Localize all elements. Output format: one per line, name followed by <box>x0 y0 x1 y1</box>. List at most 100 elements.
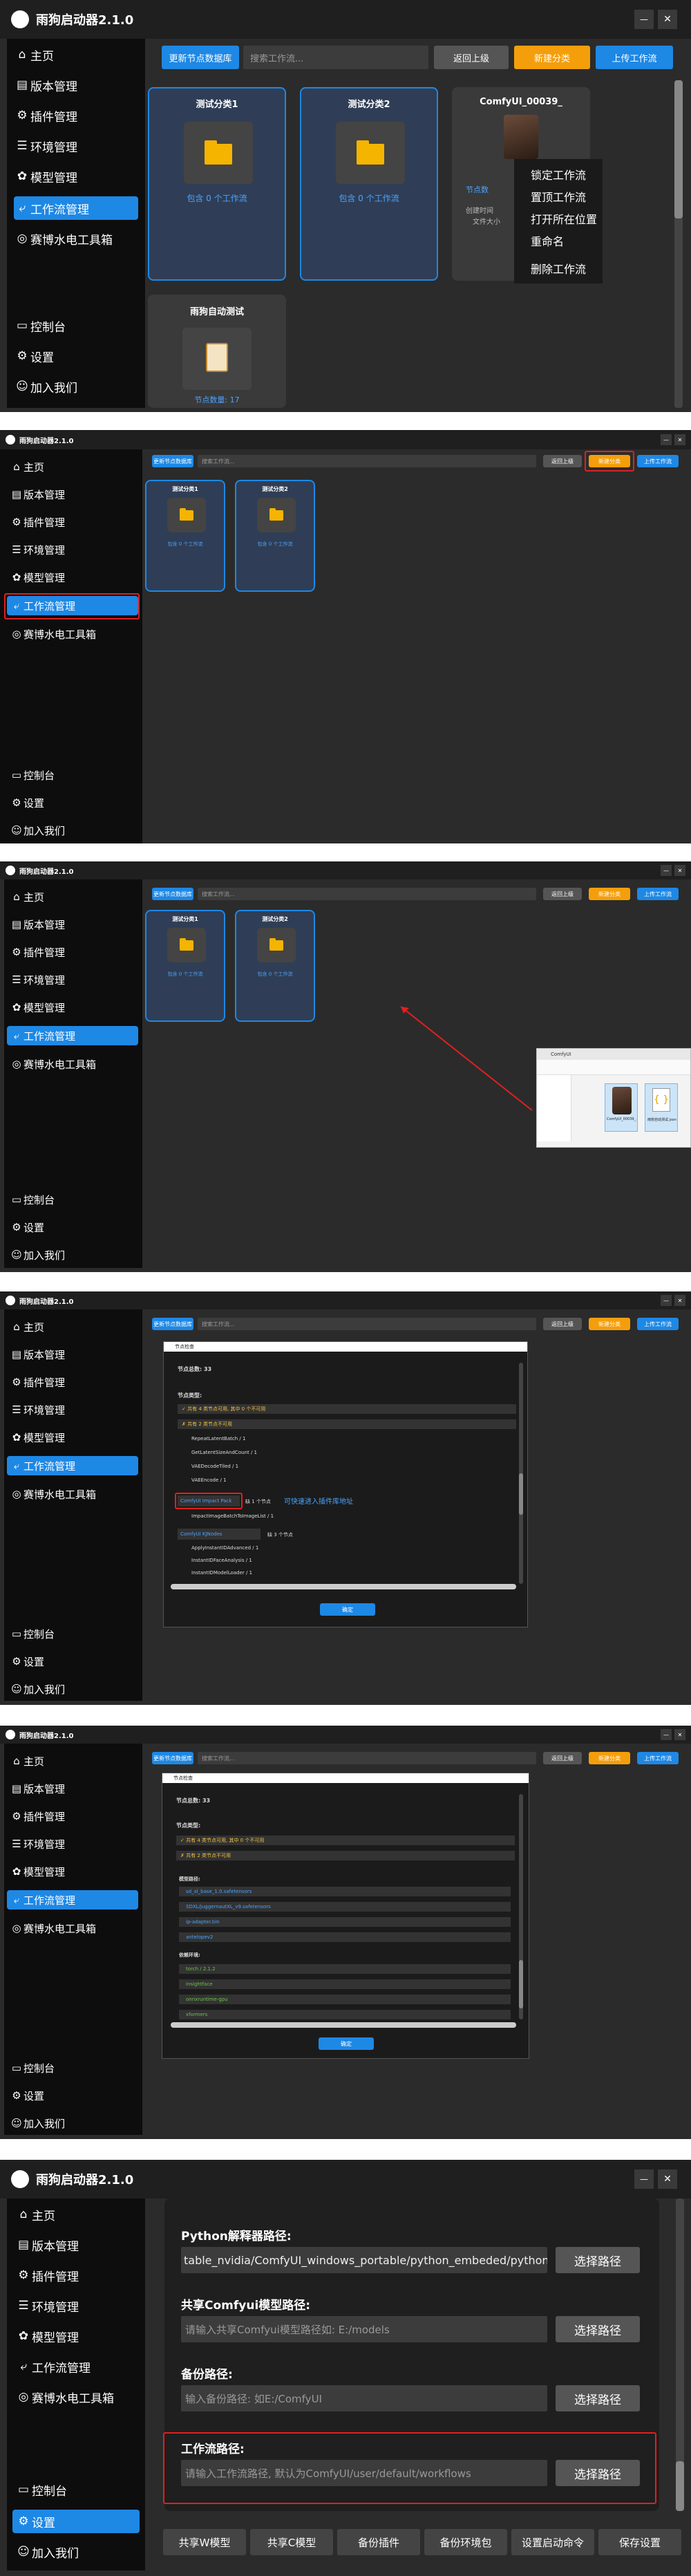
close-button[interactable]: ✕ <box>658 2169 677 2189</box>
nav-settings[interactable]: ⚙ 设置 <box>10 2087 134 2104</box>
nav-plugin[interactable]: ⚙ 插件管理 <box>10 943 134 961</box>
upload-workflow-button[interactable]: 上传工作流 <box>596 46 673 69</box>
nav-bsz-tools[interactable]: ◎ 赛博水电工具箱 <box>10 1485 134 1503</box>
update-nodes-button[interactable]: 更新节点数据库 <box>162 46 239 69</box>
upload-workflow-button[interactable]: 上传工作流 <box>637 455 679 467</box>
nav-settings[interactable]: ⚙ 设置 <box>10 794 134 812</box>
scrollbar-thumb[interactable] <box>519 1960 523 2008</box>
nav-join-us[interactable]: ☺ 加入我们 <box>10 1680 134 1698</box>
close-button[interactable]: ✕ <box>658 10 677 29</box>
nav-join-us[interactable]: ☺ 加入我们 <box>10 821 134 839</box>
search-input[interactable]: 搜索工作流... <box>198 1318 536 1330</box>
back-button[interactable]: 返回上级 <box>543 1318 582 1330</box>
startup-command-button[interactable]: 设置启动命令 <box>511 2529 594 2555</box>
nav-model[interactable]: ✿ 模型管理 <box>10 568 134 586</box>
nav-environment[interactable]: ☰ 环境管理 <box>10 1401 134 1419</box>
close-button[interactable]: ✕ <box>674 865 685 876</box>
save-settings-button[interactable]: 保存设置 <box>598 2529 681 2555</box>
back-button[interactable]: 返回上级 <box>543 455 582 467</box>
nav-bsz-tools[interactable]: ◎ 赛博水电工具箱 <box>10 625 134 643</box>
scrollbar-thumb[interactable] <box>519 1473 523 1515</box>
share-c-models-button[interactable]: 共享C模型 <box>250 2529 333 2555</box>
nav-workflow[interactable]: ⤶ 工作流管理 <box>7 1890 138 1910</box>
category-card[interactable]: 测试分类2 包含 0 个工作流 <box>235 910 315 1022</box>
python-select-path-button[interactable]: 选择路径 <box>556 2247 640 2273</box>
category-card[interactable]: 测试分类1 包含 0 个工作流 <box>145 910 225 1022</box>
update-nodes-button[interactable]: 更新节点数据库 <box>152 1752 193 1764</box>
nav-environment[interactable]: ☰ 环境管理 <box>10 541 134 559</box>
menu-pin-workflow[interactable]: 置顶工作流 <box>531 188 586 205</box>
category-card[interactable]: 测试分类1 包含 0 个工作流 <box>148 87 286 281</box>
new-category-button[interactable]: 新建分类 <box>589 1752 630 1764</box>
nav-join-us[interactable]: ☺ 加入我们 <box>15 2540 140 2564</box>
nav-console[interactable]: ▭ 控制台 <box>10 2059 134 2077</box>
menu-lock-workflow[interactable]: 锁定工作流 <box>531 166 586 183</box>
scrollbar-thumb[interactable] <box>171 2022 516 2028</box>
backup-select-path-button[interactable]: 选择路径 <box>556 2385 640 2411</box>
dialog-hscrollbar[interactable] <box>171 2022 516 2028</box>
scrollbar-thumb[interactable] <box>676 2461 684 2511</box>
new-category-button[interactable]: 新建分类 <box>589 888 630 900</box>
nav-plugin[interactable]: ⚙ 插件管理 <box>10 1807 134 1825</box>
nav-bsz-tools[interactable]: ◎ 赛博水电工具箱 <box>10 1919 134 1937</box>
nav-version[interactable]: ▤ 版本管理 <box>10 915 134 933</box>
backup-env-button[interactable]: 备份环境包 <box>424 2529 507 2555</box>
minimize-button[interactable]: — <box>661 865 672 876</box>
scrollbar[interactable] <box>674 80 683 408</box>
dialog-vscrollbar[interactable] <box>519 1794 523 2019</box>
nav-console[interactable]: ▭ 控制台 <box>10 1625 134 1643</box>
minimize-button[interactable]: — <box>634 2169 654 2189</box>
nav-workflow[interactable]: ⤶ 工作流管理 <box>14 196 138 220</box>
category-card[interactable]: 测试分类2 包含 0 个工作流 <box>300 87 438 281</box>
nav-workflow[interactable]: ⤶ 工作流管理 <box>7 1456 138 1475</box>
minimize-button[interactable]: — <box>661 1729 672 1740</box>
update-nodes-button[interactable]: 更新节点数据库 <box>152 1318 193 1330</box>
menu-rename[interactable]: 重命名 <box>531 232 564 249</box>
workflow-select-path-button[interactable]: 选择路径 <box>556 2460 640 2486</box>
kjnodes-button[interactable]: ComfyUI KJNodes <box>178 1529 261 1540</box>
nav-workflow[interactable]: ⤶ 工作流管理 <box>7 1026 138 1045</box>
nav-home[interactable]: ⌂ 主页 <box>10 1318 134 1336</box>
nav-home[interactable]: ⌂ 主页 <box>14 43 138 66</box>
nav-home[interactable]: ⌂ 主页 <box>10 458 134 476</box>
nav-join-us[interactable]: ☺ 加入我们 <box>10 2114 134 2132</box>
search-input[interactable]: 搜索工作流... <box>243 46 428 69</box>
nav-home[interactable]: ⌂ 主页 <box>15 2203 140 2226</box>
nav-console[interactable]: ▭ 控制台 <box>15 2478 140 2501</box>
back-button[interactable]: 返回上级 <box>434 46 509 69</box>
nav-console[interactable]: ▭ 控制台 <box>10 766 134 784</box>
nav-bsz-tools[interactable]: ◎ 赛博水电工具箱 <box>14 227 138 250</box>
nav-environment[interactable]: ☰ 环境管理 <box>10 971 134 989</box>
nav-version[interactable]: ▤ 版本管理 <box>10 485 134 503</box>
back-button[interactable]: 返回上级 <box>543 1752 582 1764</box>
shared-models-input[interactable]: 请输入共享Comfyui模型路径如: E:/models <box>181 2316 547 2342</box>
nav-plugin[interactable]: ⚙ 插件管理 <box>14 104 138 127</box>
python-path-input[interactable]: table_nvidia/ComfyUI_windows_portable/py… <box>181 2247 547 2273</box>
nav-model[interactable]: ✿ 模型管理 <box>10 1863 134 1880</box>
update-nodes-button[interactable]: 更新节点数据库 <box>152 888 193 900</box>
nav-model[interactable]: ✿ 模型管理 <box>15 2324 140 2348</box>
explorer-file-png[interactable]: ComfyUI_00039_.png <box>605 1083 638 1132</box>
category-card[interactable]: 测试分类1 包含 0 个工作流 <box>145 480 225 592</box>
nav-settings[interactable]: ⚙ 设置 <box>10 1218 134 1236</box>
nav-join-us[interactable]: ☺ 加入我们 <box>14 375 138 398</box>
menu-delete-workflow[interactable]: 删除工作流 <box>531 260 586 277</box>
nav-home[interactable]: ⌂ 主页 <box>10 1752 134 1770</box>
nav-model[interactable]: ✿ 模型管理 <box>10 1428 134 1446</box>
dialog-ok-button[interactable]: 确定 <box>320 1603 375 1616</box>
shared-select-path-button[interactable]: 选择路径 <box>556 2316 640 2342</box>
upload-workflow-button[interactable]: 上传工作流 <box>637 1752 679 1764</box>
dialog-hscrollbar[interactable] <box>171 1584 516 1589</box>
menu-open-location[interactable]: 打开所在位置 <box>531 210 597 227</box>
new-category-button[interactable]: 新建分类 <box>514 46 590 69</box>
dialog-vscrollbar[interactable] <box>519 1363 523 1584</box>
nav-version[interactable]: ▤ 版本管理 <box>15 2233 140 2257</box>
scrollbar-thumb[interactable] <box>171 1584 516 1589</box>
minimize-button[interactable]: — <box>661 1295 672 1306</box>
nav-model[interactable]: ✿ 模型管理 <box>14 165 138 188</box>
nav-version[interactable]: ▤ 版本管理 <box>10 1780 134 1798</box>
nav-settings[interactable]: ⚙ 设置 <box>12 2510 140 2533</box>
nav-plugin[interactable]: ⚙ 插件管理 <box>10 513 134 531</box>
nav-environment[interactable]: ☰ 环境管理 <box>10 1835 134 1853</box>
nav-workflow[interactable]: ⤶ 工作流管理 <box>15 2355 140 2378</box>
